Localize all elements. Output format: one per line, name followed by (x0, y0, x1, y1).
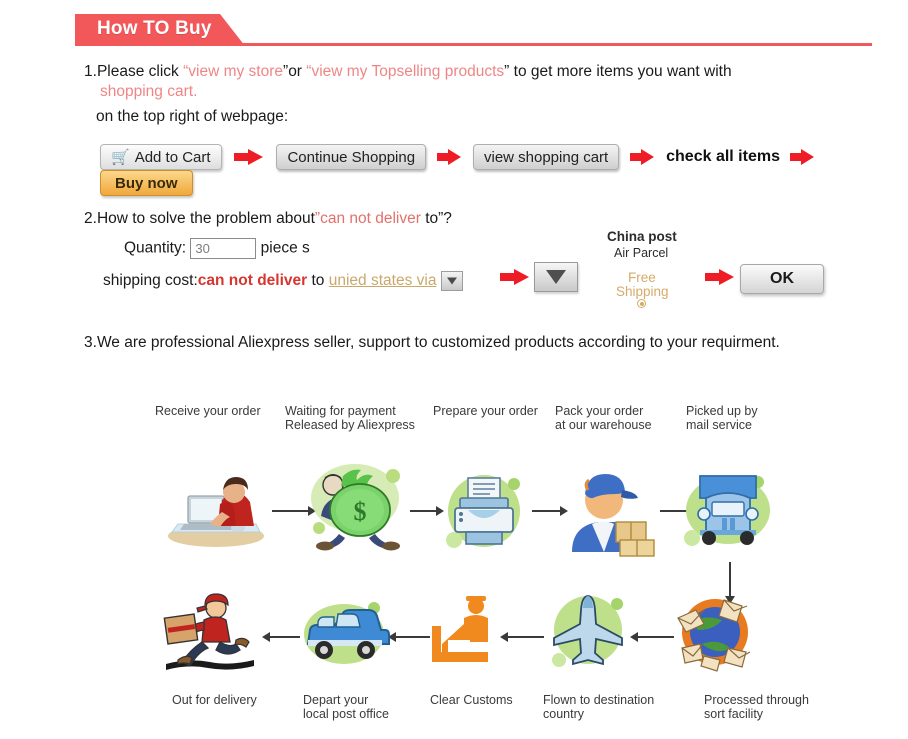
flow-label-picked-up-by-mail-service: Picked up by mail service (686, 404, 758, 432)
step3-line: 3.We are professional Aliexpress seller,… (84, 333, 780, 353)
flow-arrow-icon (234, 149, 264, 165)
quantity-row: Quantity: 30 piece s (124, 238, 310, 259)
delivery-van-icon (294, 596, 390, 670)
ok-button-label: OK (770, 270, 794, 287)
quantity-input[interactable]: 30 (190, 238, 257, 259)
step1-text-a: Please click (96, 63, 184, 80)
quantity-unit-label: piece s (260, 239, 310, 257)
shipping-to-label: to (307, 272, 329, 290)
step3-number: 3. (84, 334, 97, 351)
flow-label-prepare-your-order: Prepare your order (433, 404, 538, 418)
mail-sorting-globe-icon (672, 592, 758, 672)
buy-now-button[interactable]: Buy now (100, 170, 193, 196)
continue-shopping-label: Continue Shopping (287, 148, 416, 166)
svg-text:$: $ (354, 497, 367, 526)
quantity-label: Quantity: (124, 239, 187, 257)
flow-arrow-icon (790, 149, 816, 165)
shipping-arrow-1 (500, 268, 530, 286)
continue-shopping-button[interactable]: Continue Shopping (276, 144, 427, 170)
how-to-buy-banner: How TO Buy (75, 14, 872, 46)
flow-arrow-icon (436, 149, 463, 165)
printer-icon (438, 466, 530, 556)
chevron-down-icon[interactable] (440, 271, 463, 291)
arrow-right-icon (500, 268, 530, 285)
check-all-items-label: check all items (666, 148, 780, 166)
step2-quote-close: ”? (438, 210, 452, 227)
radio-button-icon[interactable] (637, 299, 646, 308)
airplane-icon (543, 588, 633, 676)
page-title: How TO Buy (97, 18, 212, 39)
buy-now-label: Buy now (115, 174, 178, 192)
add-to-cart-label: Add to Cart (134, 148, 211, 166)
shipping-arrow-2 (705, 268, 735, 286)
flow-label-waiting-for-payment: Waiting for payment Released by Aliexpre… (285, 404, 415, 432)
step1-line1: 1.Please click “view my store”or “view m… (84, 62, 732, 82)
step2-number: 2. (84, 210, 97, 227)
step1-line3: on the top right of webpage: (96, 108, 289, 125)
flow-label-clear-customs: Clear Customs (430, 693, 513, 707)
add-to-cart-button[interactable]: 🛒 Add to Cart (100, 144, 222, 170)
link-view-topselling-products[interactable]: view my Topselling products (311, 63, 504, 80)
step2-heading-text: How to solve the problem about (96, 210, 315, 227)
step2-heading-to: to (420, 210, 439, 227)
step1-line2: shopping cart. (100, 82, 197, 102)
customs-officer-icon (428, 594, 506, 664)
step1-button-flow: 🛒 Add to Cart Continue Shopping view sho… (100, 144, 908, 196)
shipping-cost-value: can not deliver (197, 272, 308, 290)
shopping-cart-icon: 🛒 (111, 148, 130, 166)
shipping-cost-row: shipping cost:can not deliver to unied s… (103, 271, 463, 291)
step1-text-c: to get more items you want with (509, 63, 732, 80)
flow-label-flown-to-destination-country: Flown to destination country (543, 693, 655, 721)
person-at-computer-icon (160, 470, 270, 550)
view-shopping-cart-button[interactable]: view shopping cart (472, 144, 620, 170)
step2-heading-highlight: can not deliver (320, 210, 421, 227)
flow-label-receive-your-order: Receive your order (155, 404, 261, 418)
arrow-right-icon (705, 268, 735, 285)
delivery-truck-icon (678, 462, 778, 557)
flow-label-processed-through-sort-facility: Processed through sort facility (704, 693, 809, 721)
link-shopping-cart[interactable]: shopping cart (100, 83, 193, 100)
running-courier-icon (160, 592, 260, 676)
money-bag-icon: $ (305, 458, 415, 553)
flow-label-out-for-delivery: Out for delivery (172, 693, 257, 707)
flow-label-depart-your-local-post-office: Depart your local post office (303, 693, 389, 721)
step1-line2-period: . (193, 83, 198, 100)
shipping-cost-label: shipping cost: (103, 272, 198, 290)
view-shopping-cart-label: view shopping cart (483, 148, 609, 166)
link-view-my-store[interactable]: view my store (188, 63, 283, 80)
carrier-service: Air Parcel (614, 246, 669, 260)
step3-text: We are professional Aliexpress seller, s… (96, 334, 780, 351)
worker-with-boxes-icon (558, 462, 663, 557)
step1-number: 1. (84, 63, 97, 80)
step1-text-b: or (288, 63, 307, 80)
ship-to-country-select[interactable]: unied states via (329, 272, 437, 289)
step2-heading: 2.How to solve the problem about”can not… (84, 209, 452, 229)
ok-button[interactable]: OK (740, 264, 824, 294)
shipping-method-dropdown[interactable] (534, 262, 578, 292)
flow-arrow-icon (629, 149, 656, 165)
banner-divider-rule (225, 43, 872, 46)
flow-label-pack-your-order: Pack your order at our warehouse (555, 404, 652, 432)
